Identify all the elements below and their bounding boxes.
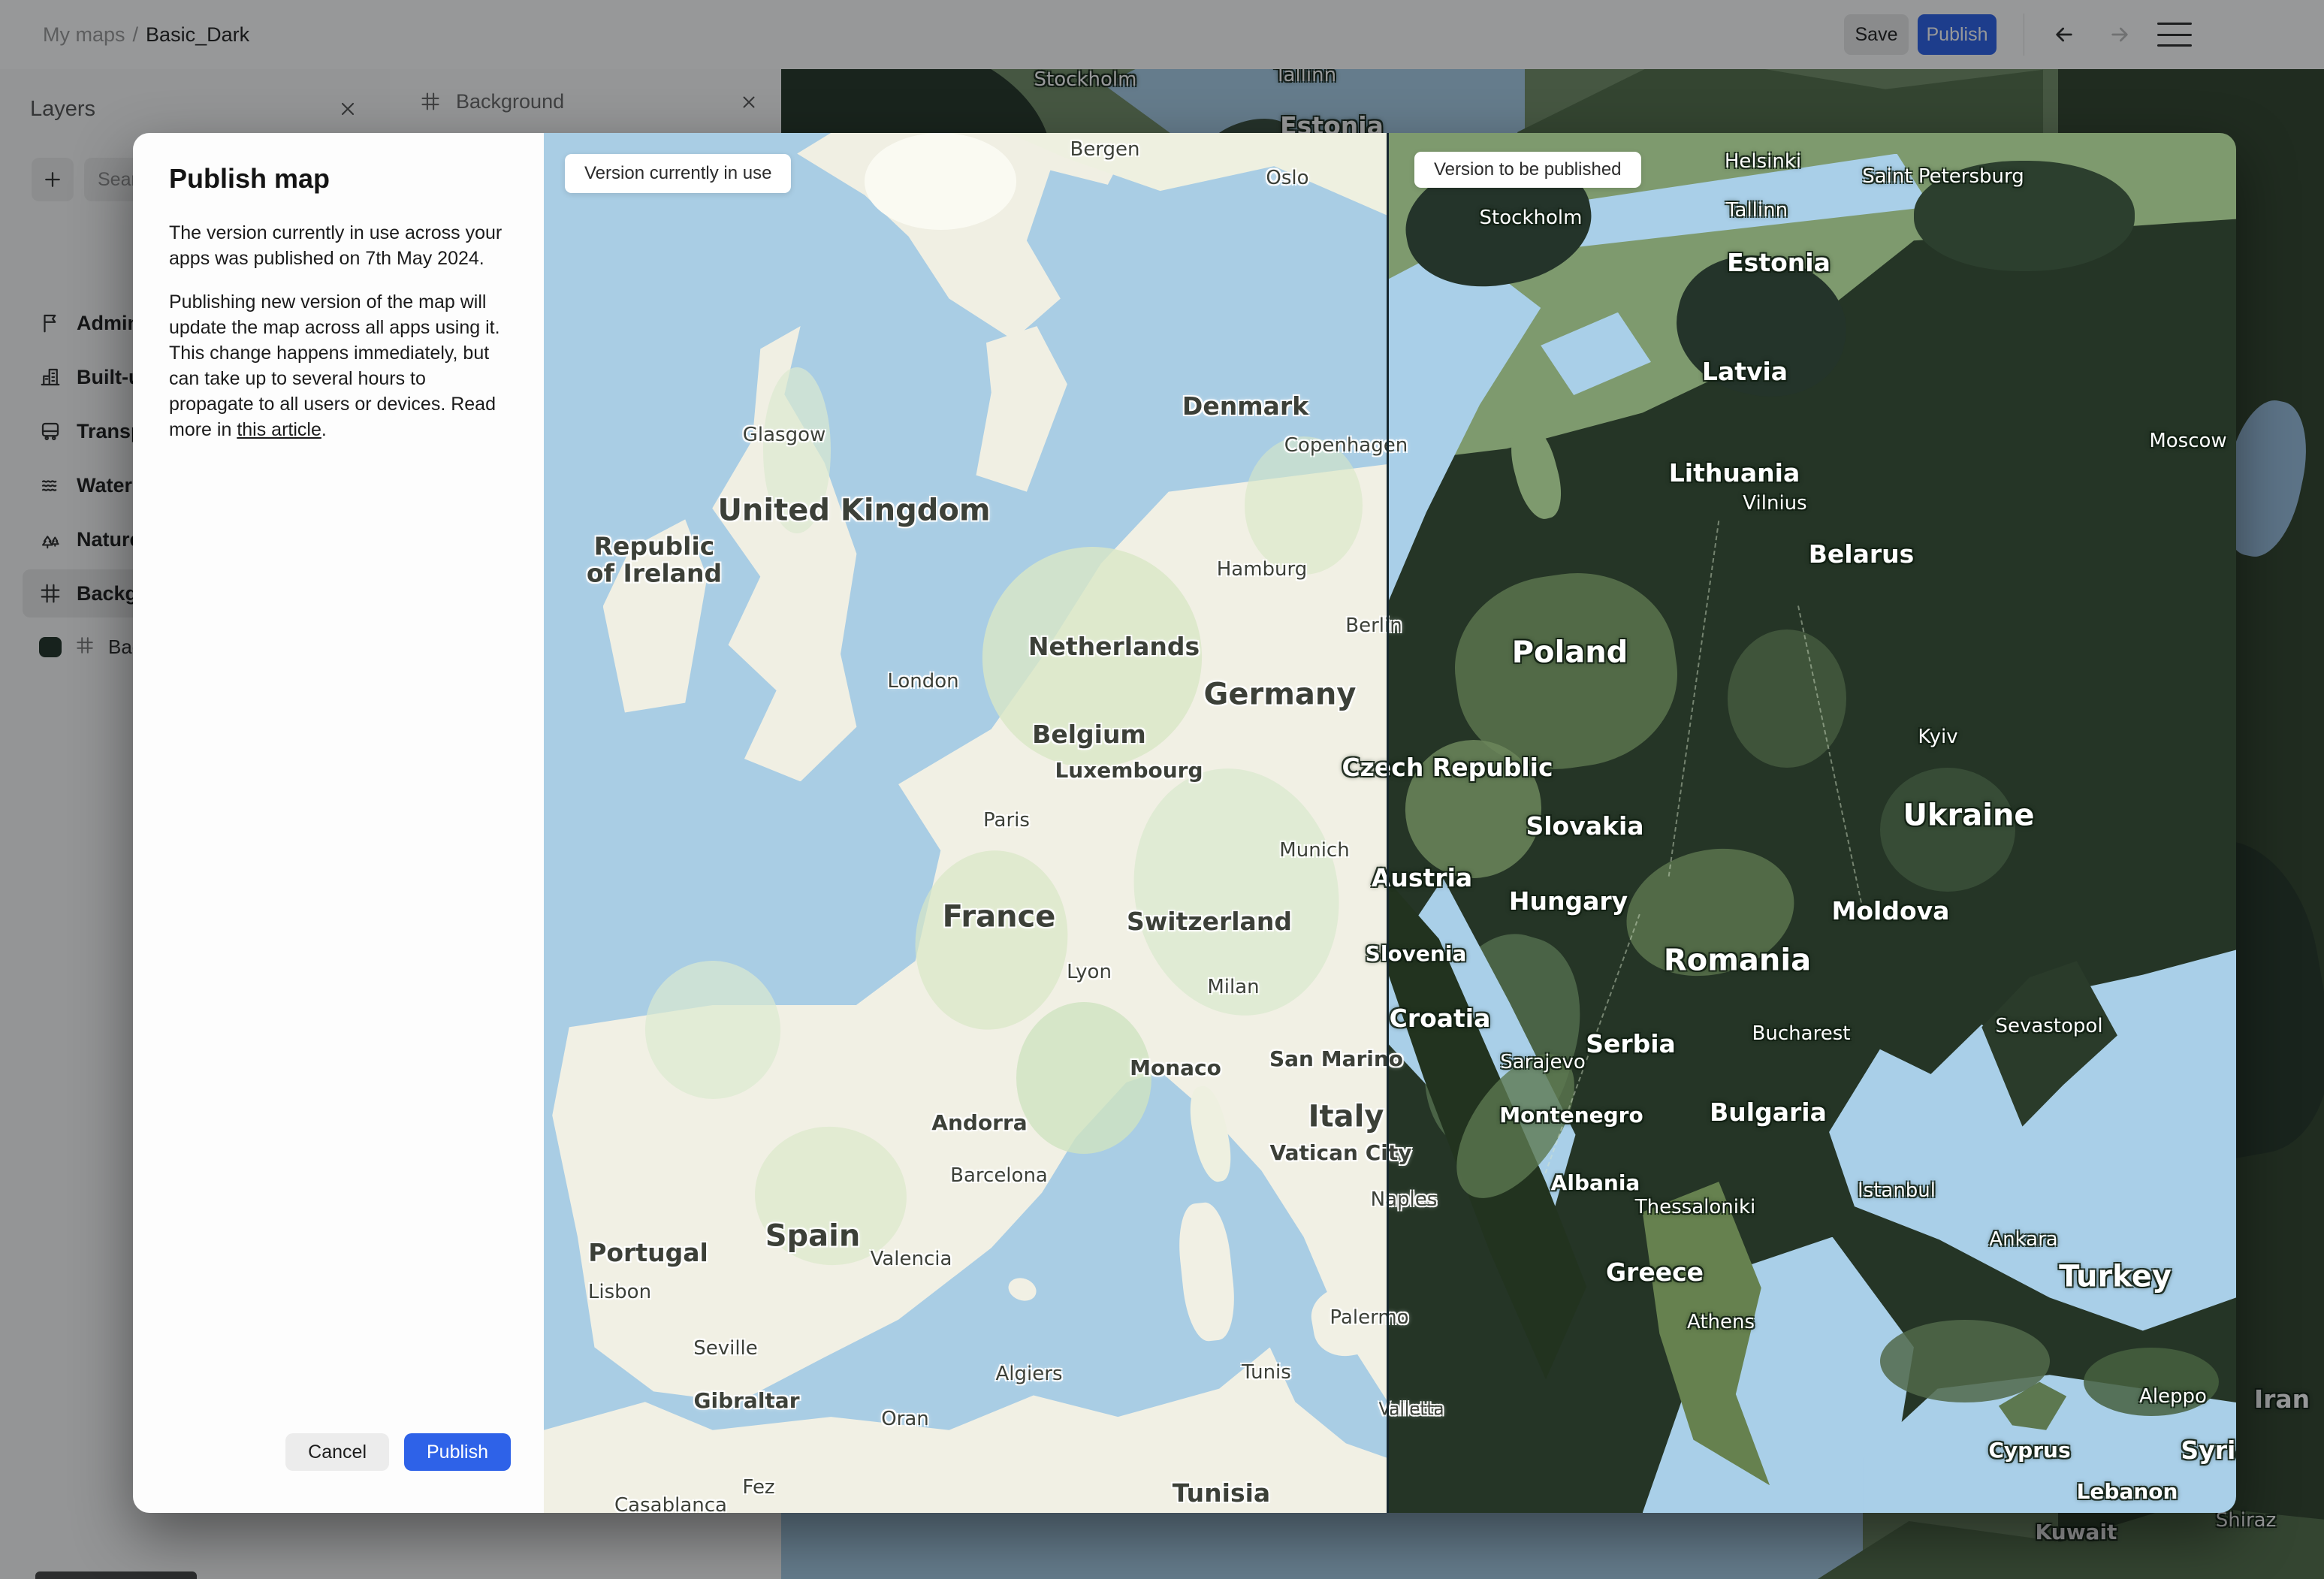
this-article-link[interactable]: this article [237, 419, 321, 440]
map-compare-area: Bergen Oslo Glasgow United Kingdom Republic … [544, 133, 2236, 1513]
publish-confirm-button[interactable]: Publish [404, 1433, 511, 1471]
compare-split-divider[interactable] [1387, 133, 1389, 1513]
cancel-button[interactable]: Cancel [285, 1433, 389, 1471]
dialog-title: Publish map [169, 163, 330, 194]
version-current-badge: Version currently in use [565, 154, 792, 193]
version-new-badge: Version to be published [1414, 152, 1641, 188]
map-preview-current-version[interactable] [544, 133, 1388, 1513]
dialog-paragraph-1: The version currently in use across your… [169, 222, 503, 269]
publish-map-dialog: Publish map The version currently in use… [133, 133, 544, 1513]
map-preview-new-version[interactable] [1388, 133, 2236, 1513]
dialog-paragraph-2: Publishing new version of the map will u… [169, 291, 500, 440]
publish-compare-card: Publish map The version currently in use… [133, 133, 2236, 1513]
